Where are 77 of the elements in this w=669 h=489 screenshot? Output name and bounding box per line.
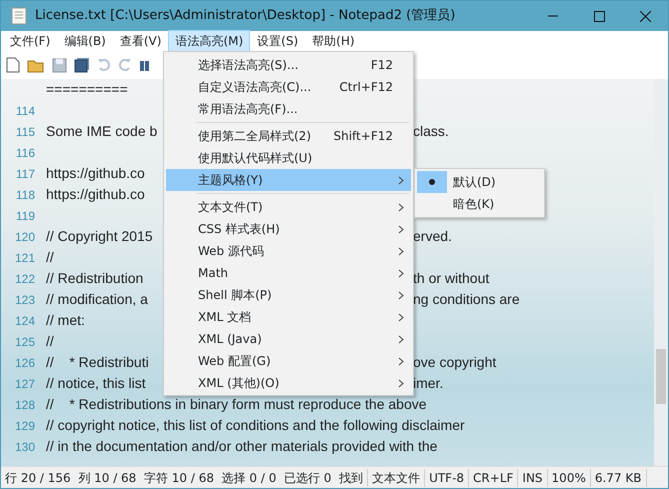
line-number: 123 [14, 292, 36, 308]
line-number: 114 [14, 102, 36, 120]
code-line: // [45, 248, 54, 267]
menu-item[interactable]: 查看(V) [112, 30, 168, 52]
save-icon[interactable] [52, 58, 67, 72]
line-number: 119 [14, 208, 36, 224]
line-number: 124 [14, 312, 36, 330]
menu-item[interactable]: 编辑(B) [57, 30, 113, 52]
code-line: ng conditions are [413, 290, 520, 309]
status-field: 6.77 KB [590, 468, 646, 486]
folder-icon[interactable] [27, 58, 45, 72]
menu-item[interactable]: 暗色(K) [447, 195, 494, 213]
code-line: // Redistribution [45, 269, 144, 288]
scrollbar[interactable] [654, 79, 668, 466]
line-number: 127 [14, 376, 36, 392]
status-field: 100% [548, 468, 591, 486]
line-number: 130 [14, 438, 36, 456]
line-number: 126 [14, 354, 36, 372]
menu-item[interactable]: 文件(F) [3, 30, 58, 52]
menu-item[interactable]: XML 文档 [166, 306, 411, 328]
status-field: 行 20 / 156 列 10 / 68 字符 10 / 68 选择 0 / 0 已选行 0 找到 [1, 468, 368, 486]
menu-item[interactable]: 文本文件(T) [166, 196, 411, 218]
close-icon[interactable] [640, 10, 650, 22]
line-number: 129 [14, 418, 36, 434]
code-line: // Copyright 2015 [45, 227, 153, 246]
code-line: // [45, 332, 54, 351]
menu-item[interactable]: 自定义语法高亮(C)... Ctrl+F12 [166, 76, 411, 98]
code-line: // copyright notice, this list of conditions and the following disclaimer [45, 416, 465, 435]
line-number: 120 [14, 228, 36, 246]
menu-item[interactable]: 使用第二全局样式(2) Shift+F12 [166, 125, 411, 147]
code-line: // met: [45, 311, 85, 330]
line-number: 116 [14, 144, 36, 162]
line-number: 118 [14, 186, 36, 204]
status-field: INS [518, 468, 548, 486]
code-line: // * Redistributi [45, 353, 149, 372]
menu-item[interactable]: XML (其他)(O) [166, 372, 411, 394]
status-field: UTF-8 [425, 468, 470, 486]
line-number: 128 [14, 396, 36, 414]
status-field: 文本文件 [368, 468, 426, 486]
window-title: License.txt [C:\Users\Administrator\Desktop] - Notepad2 (管理员) [34, 7, 456, 26]
menu-item[interactable]: XML (Java) [166, 328, 411, 350]
menu-item[interactable]: Web 源代码 [166, 240, 411, 262]
code-line: erved. [413, 227, 452, 246]
code-line: // * Redistributions in binary form must reproduce the above [45, 395, 427, 414]
code-line: ========== [45, 80, 128, 99]
code-line: th or without [413, 269, 490, 288]
code-line: ove copyright [413, 353, 496, 372]
code-line: https://github.co [45, 164, 145, 183]
menu-item[interactable]: 使用默认代码样式(U) [166, 147, 411, 169]
menu-item[interactable]: 主题风格(Y) [166, 169, 411, 191]
menu-item[interactable]: 默认(D) [447, 173, 496, 191]
notepad-icon [9, 6, 29, 26]
code-line: // notice, this list [45, 374, 146, 393]
code-line: // modification, a [45, 290, 148, 309]
line-number: 125 [14, 334, 36, 350]
menu-item[interactable]: 设置(S) [250, 30, 306, 52]
menu-item[interactable]: 帮助(H) [305, 30, 362, 52]
code-line: imer. [413, 374, 444, 393]
code-line: // in the documentation and/or other materials provided with the [45, 437, 438, 456]
menu-item[interactable]: 选择语法高亮(S)... F12 [166, 54, 411, 76]
save-all-icon[interactable] [74, 57, 90, 73]
code-line: https://github.co [45, 185, 145, 204]
menu-item[interactable]: Shell 脚本(P) [166, 284, 411, 306]
line-number: 117 [14, 166, 36, 182]
code-line: Some IME code b [45, 122, 158, 141]
menu-item[interactable]: CSS 样式表(H) [166, 218, 411, 240]
menu-item[interactable]: Math [166, 262, 411, 284]
code-line: class. [413, 122, 449, 141]
status-field: CR+LF [469, 468, 518, 486]
line-number: 122 [14, 270, 36, 288]
line-number: 115 [14, 124, 36, 140]
menu-item[interactable]: 语法高亮(M) [168, 30, 250, 52]
menu-item[interactable]: Web 配置(G) [166, 350, 411, 372]
new-file-icon[interactable] [6, 57, 20, 73]
maximize-icon[interactable] [594, 10, 604, 22]
menu-item[interactable]: 常用语法高亮(F)... [166, 98, 411, 120]
line-number: 121 [14, 250, 36, 266]
